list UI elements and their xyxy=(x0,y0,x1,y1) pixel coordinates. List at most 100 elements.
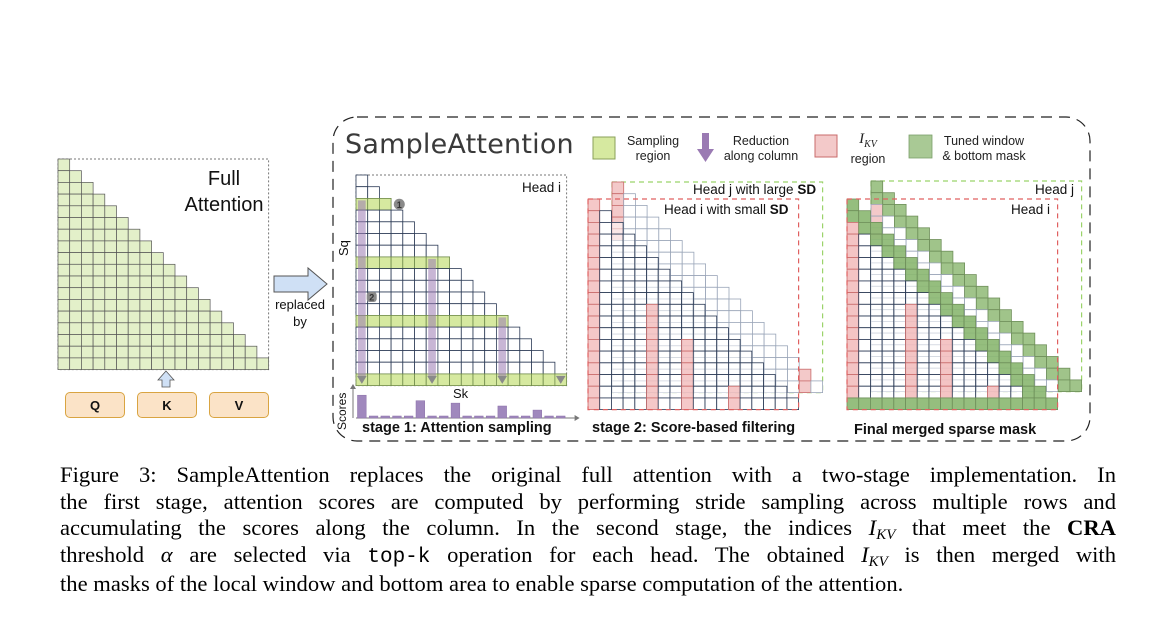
stage2-head-i-sd: SD xyxy=(769,202,789,217)
stage1-sampled-cell xyxy=(437,256,450,269)
stage1-cell xyxy=(449,279,462,293)
stage1-cell xyxy=(355,186,369,199)
stage1-cell xyxy=(367,326,380,340)
stage2-head-i-cell xyxy=(751,374,764,387)
stage2-head-i-cell xyxy=(669,397,683,410)
final-head-i-cell xyxy=(951,374,965,387)
final-head-j-window-cell xyxy=(952,262,966,275)
full-attention-cell xyxy=(186,345,199,359)
stage1-sampled-cell xyxy=(460,373,474,386)
final-head-j-cell xyxy=(975,309,989,322)
full-attention-cell xyxy=(69,334,82,347)
stage2-head-i-cell xyxy=(681,292,694,305)
stage2-head-i-cell xyxy=(611,397,624,410)
stage1-cell xyxy=(390,209,404,223)
stage2-head-i-kv-cell xyxy=(587,268,601,282)
full-attention-cell xyxy=(162,322,176,335)
final-head-i-cell xyxy=(881,292,895,305)
final-head-j-cell xyxy=(964,297,977,311)
caption-text: are selected via xyxy=(172,541,368,567)
final-head-i-cell xyxy=(975,374,988,387)
full-attention-cell xyxy=(174,345,188,359)
stage2-head-i-cell xyxy=(763,397,776,410)
stage2-head-i-cell xyxy=(681,303,694,317)
stage1-cell xyxy=(378,244,392,258)
replaced-by-label: replaced by xyxy=(270,296,330,330)
stage1-cell xyxy=(390,291,404,305)
legend-ikv-math: IKV xyxy=(838,132,898,152)
stage2-head-i-kv-cell xyxy=(646,338,659,352)
full-attention-cell xyxy=(92,275,106,289)
final-head-i-window-cell xyxy=(893,397,906,410)
stage1-score-bar xyxy=(439,415,449,419)
stage1-cell xyxy=(390,303,404,316)
stage2-head-i-cell xyxy=(622,385,636,399)
stage2-head-j-cell xyxy=(752,345,765,358)
final-head-i-kv-cell xyxy=(846,374,860,387)
full-attention-cell xyxy=(209,345,223,359)
full-attention-cell xyxy=(127,310,141,324)
stage2-head-i-kv-cell xyxy=(681,338,694,352)
full-attention-cell xyxy=(92,193,106,207)
stage2-head-j-cell xyxy=(646,228,660,241)
stage2-head-j-cell xyxy=(693,286,707,300)
stage1-sampled-cell xyxy=(472,373,486,386)
full-attention-cell xyxy=(104,287,117,300)
stage2-head-i-cell xyxy=(704,397,718,410)
stage2-head-i-kv-cell xyxy=(681,374,694,387)
final-head-i-kv-cell xyxy=(940,350,953,364)
final-head-i-cell xyxy=(987,362,1000,375)
caption-math: I xyxy=(861,541,869,567)
stage2-head-j-cell xyxy=(681,251,695,265)
full-attention-title-line1: Full xyxy=(207,168,241,190)
stage1-cell xyxy=(425,244,439,258)
final-head-i-cell xyxy=(951,362,965,375)
stage2-head-i-kv-cell xyxy=(587,397,601,410)
final-head-i-window-cell xyxy=(893,257,906,270)
stage2-head-i-cell xyxy=(622,292,636,305)
stage2-head-j-cell xyxy=(681,275,695,288)
full-attention-cell xyxy=(186,299,199,312)
stage2-head-i-kv-cell xyxy=(587,374,601,387)
full-attention-cell xyxy=(198,345,211,359)
stage1-cell xyxy=(484,350,497,363)
final-head-i-window-cell xyxy=(963,315,977,329)
stage2-head-i-cell xyxy=(669,385,683,399)
final-head-i-window-cell xyxy=(1022,374,1035,387)
full-attention-cell xyxy=(69,252,82,265)
full-attention-cell xyxy=(92,310,106,324)
stage1-score-bar xyxy=(497,405,507,419)
stage2-head-i-cell xyxy=(692,303,706,317)
stage2-head-i-cell xyxy=(692,362,706,375)
final-head-i-cell xyxy=(916,292,930,305)
legend-tuned-line2: & bottom mask xyxy=(942,149,1026,163)
full-attention-cell xyxy=(256,357,269,370)
stage2-head-i-kv-cell xyxy=(681,362,694,375)
full-attention-cell xyxy=(69,263,82,277)
final-head-i-window-cell xyxy=(998,350,1012,364)
stage2-head-i-kv-cell xyxy=(587,210,601,223)
stage2-head-i-cell xyxy=(728,350,741,364)
stage1-cell xyxy=(437,338,450,351)
final-head-i-cell xyxy=(963,338,977,352)
stage2-head-i-cell xyxy=(716,327,729,340)
final-head-j-cell xyxy=(952,285,966,299)
caption-math: α xyxy=(160,541,173,567)
final-head-j-window-cell xyxy=(1034,356,1047,369)
final-head-i-window-cell xyxy=(1033,385,1047,399)
stage1-sampled-cell xyxy=(367,256,380,269)
stage2-head-i-cell xyxy=(774,385,788,399)
final-head-i-window-cell xyxy=(846,210,860,223)
full-attention-cell xyxy=(116,322,129,335)
full-attention-cell xyxy=(57,205,71,218)
final-head-j-cell xyxy=(1046,379,1059,392)
stage2-head-i-cell xyxy=(657,397,671,410)
stage2-head-i-kv-cell xyxy=(587,221,601,235)
final-head-i-cell xyxy=(893,327,906,340)
full-attention-cell xyxy=(104,228,117,242)
full-attention-cell xyxy=(81,193,94,207)
final-head-j-window-cell xyxy=(1011,320,1024,334)
full-attention-cell xyxy=(127,275,141,289)
final-head-j-window-cell xyxy=(1022,344,1036,357)
final-head-i-window-cell xyxy=(975,327,988,340)
